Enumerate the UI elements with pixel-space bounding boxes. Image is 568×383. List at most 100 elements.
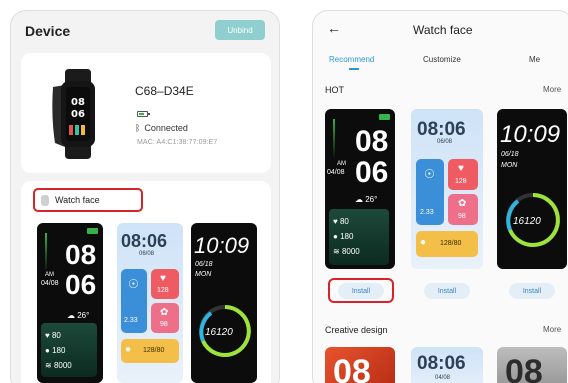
face-date: 06/08	[139, 251, 155, 257]
watch-face-entry[interactable]: Watch face	[33, 188, 143, 212]
creative-more-link[interactable]: More	[543, 325, 561, 334]
face-steps: ≋ 8000	[333, 247, 360, 256]
pin-icon: ☉	[424, 167, 435, 181]
hand-icon: ●	[420, 237, 427, 248]
face-date: 04/08	[327, 169, 345, 176]
unbind-button[interactable]: Unbind	[215, 20, 265, 40]
battery-icon	[87, 228, 98, 234]
creative-face-1[interactable]: 08	[325, 347, 395, 383]
drop-icon: ✿	[458, 198, 467, 209]
status-text: Connected	[144, 123, 188, 133]
face-time: 08:06	[121, 231, 168, 251]
install-button-1[interactable]: Install	[338, 283, 384, 299]
tile-value: 98	[160, 321, 168, 328]
watch-face-1[interactable]: 08 AM 04/08 06 ☁ 26° ♥ 80 ● 180 ≋ 8000	[37, 223, 103, 383]
hand-icon: ●	[125, 344, 132, 355]
watch-face-2[interactable]: 08:06 06/08 ☉ 2.33 ♥ 128 ✿ 98 ● 128/80	[117, 223, 183, 383]
creative-face-2[interactable]: 08:06 04/08	[411, 347, 483, 383]
device-name: C68–D34E	[135, 84, 194, 98]
heart-icon: ♥	[160, 273, 166, 284]
bp-tile: ● 128/80	[121, 339, 179, 363]
location-tile: ☉ 2.33	[416, 159, 444, 225]
hot-section-title: HOT	[325, 85, 344, 95]
back-arrow-icon[interactable]: ←	[327, 20, 341, 36]
face-time: 08	[505, 353, 543, 383]
device-screen: Device Unbind 08 06 C68–D34E ᛒ Connected	[10, 10, 280, 383]
face-date: 04/08	[435, 375, 451, 381]
face-date: 06/18	[195, 261, 213, 268]
face-weather: ☁ 26°	[67, 311, 90, 320]
face-time: 10:09	[194, 233, 250, 258]
face-ampm: AM	[337, 161, 346, 167]
tile-value: 2.33	[124, 317, 138, 324]
face-date: 04/08	[41, 280, 59, 287]
oxygen-tile: ✿ 98	[151, 303, 179, 333]
creative-face-3[interactable]: 08	[497, 347, 567, 383]
tile-value: 2.33	[420, 209, 434, 216]
install-button-2[interactable]: Install	[424, 283, 470, 299]
hot-face-2[interactable]: 08:06 06/08 ☉ 2.33 ♥ 128 ✿ 98 ● 128/80	[411, 109, 483, 269]
device-card[interactable]: 08 06 C68–D34E ᛒ Connected MAC: A4:C1:38…	[21, 53, 271, 173]
face-minute: 06	[65, 269, 97, 300]
tab-customize[interactable]: Customize	[423, 55, 461, 64]
watch-face-label: Watch face	[55, 195, 100, 205]
hot-face-3[interactable]: 10:09 06/18 MON 16120	[497, 109, 567, 269]
face-kcal: ● 180	[333, 232, 354, 241]
face-date: 06/18	[501, 151, 519, 158]
accent-bar	[45, 233, 47, 273]
face-steps: 16120	[205, 327, 233, 338]
connection-status: ᛒ Connected	[135, 123, 188, 133]
face-time: 08:06	[417, 353, 466, 374]
face-hr: ♥ 80	[45, 331, 61, 340]
battery-icon	[137, 111, 150, 117]
location-tile: ☉ 2.33	[121, 269, 147, 333]
face-hour: 08	[65, 239, 97, 270]
hot-more-link[interactable]: More	[543, 85, 561, 94]
face-date: 06/08	[437, 139, 453, 145]
screen: Device Unbind 08 06 C68–D34E ᛒ Connected	[0, 0, 568, 383]
face-minute: 06	[355, 156, 389, 189]
face-weather: ☁ 26°	[355, 195, 378, 204]
face-steps: 16120	[513, 216, 541, 227]
face-time: 08	[333, 353, 371, 383]
accent-bar	[333, 119, 335, 159]
heart-icon: ♥	[458, 163, 464, 174]
page-title: Watch face	[413, 23, 473, 37]
heart-tile: ♥ 128	[448, 159, 478, 190]
face-stats: ♥ 80 ● 180 ≋ 8000	[329, 209, 389, 265]
tile-value: 128/80	[440, 240, 462, 247]
pin-icon: ☉	[128, 277, 139, 291]
tile-value: 98	[458, 213, 466, 220]
page-title: Device	[25, 23, 71, 39]
heart-tile: ♥ 128	[151, 269, 179, 299]
face-day: MON	[195, 271, 212, 278]
oxygen-tile: ✿ 98	[448, 194, 478, 225]
watch-face-3[interactable]: 10:09 06/18 MON 16120	[191, 223, 257, 383]
tile-value: 128/80	[143, 347, 165, 354]
drop-icon: ✿	[160, 307, 169, 318]
tab-recommend[interactable]: Recommend	[329, 55, 374, 64]
watch-face-screen: ← Watch face Recommend Customize Me HOT …	[312, 10, 568, 383]
hot-face-1[interactable]: 08 AM 04/08 06 ☁ 26° ♥ 80 ● 180 ≋ 8000	[325, 109, 395, 269]
face-time: 10:09	[500, 121, 561, 148]
battery-icon	[379, 114, 390, 120]
face-stats: ♥ 80 ● 180 ≋ 8000	[41, 323, 97, 377]
face-kcal: ● 180	[45, 346, 66, 355]
face-time: 08:06	[417, 119, 466, 140]
mac-address: MAC: A4:C1:38:77:09:E7	[137, 139, 218, 146]
face-ampm: AM	[45, 272, 54, 278]
tile-value: 128	[455, 178, 467, 185]
tile-value: 128	[157, 287, 169, 294]
band-image: 08 06	[52, 69, 95, 159]
tab-me[interactable]: Me	[529, 55, 540, 64]
bp-tile: ● 128/80	[416, 231, 478, 257]
face-steps: ≋ 8000	[45, 361, 72, 370]
svg-text:06: 06	[71, 109, 85, 120]
face-hr: ♥ 80	[333, 217, 349, 226]
creative-section-title: Creative design	[325, 325, 388, 335]
tab-indicator	[349, 68, 359, 70]
bluetooth-icon: ᛒ	[135, 123, 141, 133]
face-day: MON	[501, 162, 518, 169]
install-button-3[interactable]: Install	[509, 283, 555, 299]
face-hour: 08	[355, 125, 389, 158]
